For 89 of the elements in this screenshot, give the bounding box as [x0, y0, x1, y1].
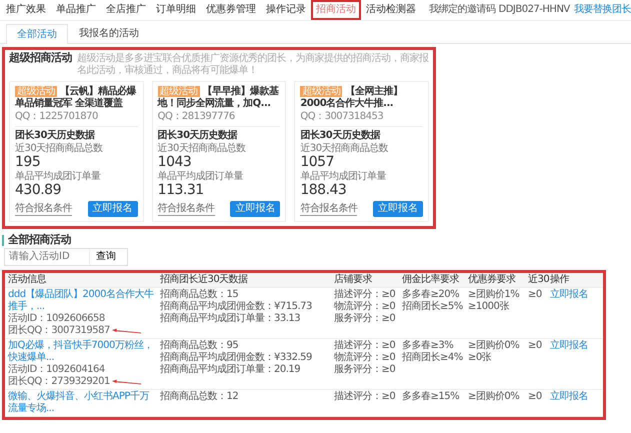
activity-id: 活动ID：1092606658 [8, 313, 106, 324]
stat-value: 188.43 [300, 183, 348, 198]
nav-tab[interactable]: 优惠券管理 [201, 0, 261, 20]
card-title: 超级活动 【全网主推】2000名合作大牛推... [300, 86, 404, 110]
qq-number: QQ：3007318453 [300, 111, 384, 123]
nav-tab[interactable]: 全店推广 [101, 0, 151, 20]
tab[interactable]: 全部活动 [6, 24, 68, 44]
invite-code-label: 我绑定的邀请码 [429, 4, 496, 16]
section-description: 超级活动是多多进宝联合优质推广资源优秀的团长，为商家提供的招商活动，商家报名此活动，审核通过，商品将有可能爆单！ [77, 53, 429, 77]
section-title: 超级招商活动 [9, 52, 72, 64]
store-requirement: 服务评分：≥0 [334, 313, 396, 325]
leader-qq: 团长QQ：2739329201 [8, 376, 110, 388]
card-title: 超级活动 【早早推】爆款基地！同步全网流量，加Q... [158, 86, 280, 110]
activity-badge: 超级活动 [15, 86, 57, 97]
store-requirement: 描述评分：≥0 [334, 289, 396, 300]
stat-label: 近30天招商商品总数 [300, 143, 390, 155]
history-label: 团长30天历史数据 [158, 130, 238, 142]
column-header: 活动信息 [7, 273, 47, 287]
nav-tab[interactable]: 活动检测器 [361, 0, 421, 20]
stat-text: 招商商品平均成团佣金数：¥332.59 [160, 352, 313, 364]
activity-title-link[interactable]: 加Q必爆，抖音快手7000万粉丝，快速爆单... [8, 340, 154, 364]
nav-tab[interactable]: 招商活动 [311, 0, 361, 20]
apply-button[interactable]: 立即报名 [373, 201, 424, 217]
recent-value: ≥0 [528, 391, 542, 402]
replace-leader-link[interactable]: 我要替换团长 [574, 4, 631, 16]
qq-number: QQ：281397776 [158, 111, 236, 123]
store-requirement: 物流评分：≥0 [334, 301, 396, 313]
activity-id: 活动ID：1092604164 [8, 364, 106, 376]
nav-tab[interactable]: 订单明细 [151, 0, 201, 20]
store-requirement: 物流评分：≥0 [334, 352, 396, 364]
column-header: 优惠券要求 [467, 273, 516, 287]
conditions-link[interactable]: 符合报名条件 [158, 202, 215, 216]
apply-button[interactable]: 立即报名 [88, 201, 138, 217]
store-requirement: 服务评分：≥0 [334, 364, 396, 376]
stat-label: 单品平均成团订单量 [300, 171, 387, 183]
commission-requirement: 多多春≥3% [402, 340, 454, 352]
section-title: 全部招商活动 [8, 234, 71, 246]
stat-text: 招商商品总数：95 [160, 340, 240, 352]
activity-badge: 超级活动 [300, 86, 342, 97]
commission-requirement: 招商团长≥5% [402, 301, 462, 313]
activity-title-link[interactable]: ddd【爆品团队】2000名合作大牛推手，... [8, 289, 154, 313]
stat-text: 招商商品平均成团订单量：20.19 [160, 364, 302, 376]
stat-value: 430.89 [15, 183, 62, 198]
stat-text: 招商商品平均成团订单量：33.13 [160, 313, 302, 325]
stat-label: 单品平均成团订单量 [15, 171, 102, 183]
stat-label: 单品平均成团订单量 [158, 171, 244, 183]
column-header: 佣金比率要求 [401, 273, 460, 287]
store-requirement: 描述评分：≥0 [334, 340, 396, 352]
column-header: 操作 [549, 273, 570, 287]
stat-text: 招商商品平均成团佣金数：¥715.73 [160, 301, 313, 312]
activity-badge: 超级活动 [158, 86, 200, 97]
stat-value: 195 [15, 155, 42, 170]
column-header: 近30 [527, 273, 547, 287]
apply-link[interactable]: 立即报名 [550, 289, 588, 300]
nav-tab[interactable]: 单品推广 [51, 0, 101, 20]
coupon-requirement: ≥团购价1% [468, 289, 520, 300]
column-header: 招商团长近30天数据 [159, 273, 249, 287]
coupon-requirement: ≥团购价0% [468, 340, 520, 352]
nav-tab[interactable]: 推广效果 [1, 0, 51, 20]
nav-tab[interactable]: 操作记录 [261, 0, 311, 20]
stat-value: 113.31 [158, 183, 205, 198]
coupon-requirement: ≥团购价0% [468, 391, 520, 403]
apply-link[interactable]: 立即报名 [550, 391, 588, 402]
stat-value: 1057 [300, 155, 335, 170]
coupon-requirement: ≥1000张 [468, 301, 510, 313]
recent-value: ≥0 [528, 340, 542, 351]
invite-code: DDJB027-HHNV [498, 4, 570, 16]
commission-requirement: 多多春≥15% [402, 391, 460, 403]
commission-requirement: 多多春≥20% [402, 289, 460, 300]
history-label: 团长30天历史数据 [300, 130, 382, 142]
conditions-link[interactable]: 符合报名条件 [300, 202, 358, 216]
recent-value: ≥0 [528, 289, 542, 300]
conditions-link[interactable]: 符合报名条件 [15, 202, 72, 216]
column-header: 店铺要求 [333, 273, 373, 287]
stat-text: 招商商品总数：12 [160, 391, 240, 403]
stat-value: 1043 [158, 155, 192, 170]
leader-qq: 团长QQ：3007319587 [8, 325, 110, 337]
history-label: 团长30天历史数据 [15, 130, 96, 142]
stat-text: 招商商品总数：15 [160, 289, 240, 300]
commission-requirement: 招商团长≥4% [402, 352, 462, 364]
qq-number: QQ：1225701870 [15, 111, 99, 123]
stat-label: 近30天招商商品总数 [158, 143, 246, 155]
activity-title-link[interactable]: 微输、火爆抖音、小红书APP千万流量专场... [8, 391, 154, 415]
apply-link[interactable]: 立即报名 [550, 340, 588, 351]
apply-button[interactable]: 立即报名 [230, 201, 280, 217]
stat-label: 近30天招商商品总数 [15, 143, 104, 155]
coupon-requirement: ≥0张 [468, 352, 492, 364]
card-title: 超级活动 【云帆】精品必爆单品销量冠军 全渠道覆盖 [15, 86, 138, 110]
store-requirement: 描述评分：≥0 [334, 391, 396, 403]
